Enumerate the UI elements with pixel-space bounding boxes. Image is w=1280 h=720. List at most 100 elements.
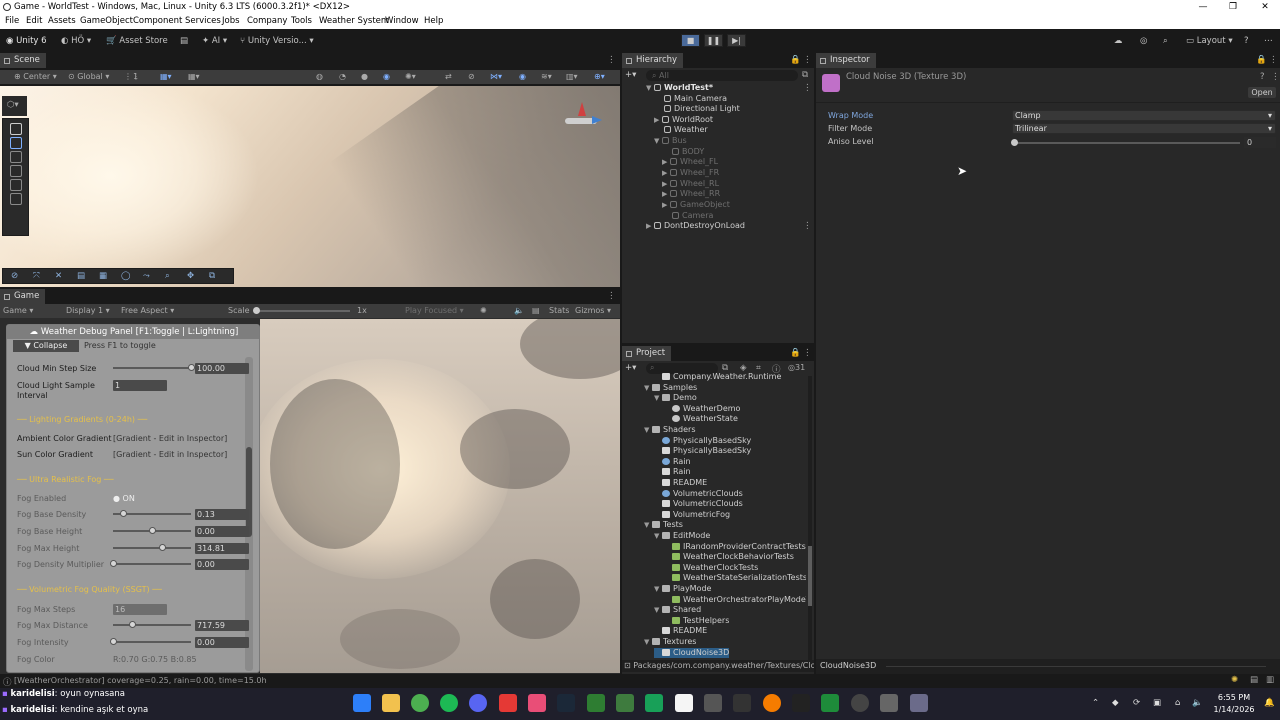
project-item[interactable]: Rain (654, 457, 691, 468)
fog-steps-value[interactable]: 16 (113, 604, 167, 615)
circle-icon[interactable]: ◯ (121, 271, 131, 281)
menu-services[interactable]: Services (185, 16, 221, 26)
project-scroll-thumb[interactable] (808, 546, 812, 606)
project-item[interactable]: PhysicallyBasedSky (654, 436, 751, 447)
scale-slider[interactable] (256, 310, 350, 312)
pivot-dropdown[interactable]: ⊕ Center ▾ (14, 72, 57, 82)
terminal-icon[interactable] (733, 694, 751, 712)
rect-select-icon[interactable]: ⧉ (209, 271, 215, 281)
expand-arrow-icon[interactable]: ▶ (654, 115, 662, 126)
steam-icon[interactable] (557, 694, 575, 712)
menu-gameobject[interactable]: GameObject (80, 16, 133, 26)
settings-icon[interactable]: ⋯ (1264, 34, 1273, 48)
pause-button[interactable]: ❚❚ (704, 34, 723, 47)
expand-arrow-icon[interactable]: ▼ (654, 531, 662, 542)
camera-settings-icon[interactable]: ≋▾ (541, 72, 552, 82)
lock-icon[interactable]: 🔒 (790, 55, 801, 65)
scene-root[interactable]: ▼ WorldTest* (646, 83, 713, 94)
menu-window[interactable]: Window (385, 16, 419, 26)
project-item[interactable]: ▼ Demo (654, 393, 697, 404)
slider-knob[interactable] (110, 560, 117, 567)
fog-max-height-slider[interactable] (113, 547, 191, 549)
project-item[interactable]: ▼ Tests (644, 520, 683, 531)
wrap-mode-dropdown[interactable]: Clamp ▾ (1012, 110, 1276, 121)
project-item[interactable]: Rain (654, 467, 691, 478)
asset-store-button[interactable]: 🛒 Asset Store (106, 34, 168, 48)
project-item[interactable]: VolumetricClouds (654, 499, 743, 510)
fog-max-height-value[interactable]: 314.81 (195, 543, 249, 554)
game-viewport[interactable] (260, 319, 620, 673)
expand-arrow-icon[interactable]: ▼ (654, 605, 662, 616)
compass-icon[interactable]: ⊘ (11, 271, 18, 281)
hierarchy-item[interactable]: ▼ Bus (654, 136, 687, 147)
transform-tool-icon[interactable] (10, 193, 22, 205)
play-button[interactable]: ■ (681, 34, 700, 47)
grid-snap-value[interactable]: 1 (133, 72, 138, 82)
stats-button[interactable]: Stats (549, 306, 569, 316)
path-icon[interactable]: ⤳ (143, 271, 150, 281)
layout-dropdown[interactable]: ▭ Layout ▾ (1186, 34, 1233, 48)
project-item[interactable]: WeatherStateSerializationTests (664, 573, 806, 584)
slider-knob[interactable] (120, 510, 128, 517)
draw-mode-icon[interactable]: ◍ (316, 72, 323, 82)
aniso-slider[interactable] (1014, 142, 1240, 144)
app-icon[interactable] (645, 694, 663, 712)
gizmos-dropdown[interactable]: Gizmos ▾ (575, 306, 611, 316)
cloud-light-value[interactable]: 1 (113, 380, 167, 391)
fx-icon[interactable]: ⋈▾ (490, 72, 502, 82)
expand-arrow-icon[interactable]: ▼ (644, 520, 652, 531)
more-icon[interactable]: ⋮ (803, 55, 812, 65)
slider-knob[interactable] (159, 544, 167, 551)
project-item[interactable]: ▼ Samples (644, 383, 697, 394)
aniso-value[interactable]: 0 (1244, 137, 1276, 148)
app-icon[interactable] (616, 694, 634, 712)
project-item[interactable]: README (654, 478, 707, 489)
notification-icon[interactable]: 🔔 (1264, 698, 1275, 708)
maximize-icon[interactable]: ❐ (1218, 0, 1248, 15)
filter-mode-dropdown[interactable]: Trilinear ▾ (1012, 123, 1276, 134)
fog-density-mult-slider[interactable] (113, 563, 191, 565)
hierarchy-item[interactable]: ▶ Wheel_FL (662, 157, 718, 168)
more-icon[interactable]: ⋮ (1269, 55, 1278, 65)
project-item[interactable]: WeatherState (664, 414, 738, 425)
debug-scroll-thumb[interactable] (246, 447, 252, 537)
project-item[interactable]: ▼ Textures (644, 637, 696, 648)
hierarchy-item[interactable]: ▶ GameObject (662, 200, 730, 211)
rect-tool-icon[interactable] (10, 179, 22, 191)
hierarchy-item[interactable]: Camera (672, 211, 713, 222)
zoom-icon[interactable]: ⌕ (165, 271, 170, 281)
pycharm-icon[interactable] (821, 694, 839, 712)
cross-icon[interactable]: ✕ (55, 271, 62, 281)
project-item[interactable]: WeatherClockTests (664, 563, 758, 574)
snap-grid-icon[interactable]: ▦▾ (160, 72, 172, 82)
gizmos-icon[interactable]: ▥▾ (566, 72, 578, 82)
project-item[interactable]: Company.Weather.Runtime (654, 372, 781, 383)
ddol-root[interactable]: ▶ DontDestroyOnLoad (646, 221, 745, 232)
project-item[interactable]: ▼ EditMode (654, 531, 710, 542)
grid-toggle-icon[interactable]: ▦▾ (188, 72, 200, 82)
lighting-icon[interactable]: ✺▾ (405, 72, 416, 82)
visibility-icon[interactable]: ◉ (519, 72, 526, 82)
user-dropdown[interactable]: ◐ HÖ ▾ (61, 34, 91, 48)
ddol-menu-icon[interactable]: ⋮ (803, 221, 812, 231)
stats-layout-icon[interactable]: ▤ (532, 306, 540, 316)
tab-hierarchy[interactable]: Hierarchy (622, 53, 684, 68)
expand-icon[interactable]: ✥ (187, 271, 194, 281)
more-icon[interactable]: ⋮ (607, 291, 616, 301)
menu-component[interactable]: Component (133, 16, 182, 26)
tab-scene[interactable]: Scene (0, 53, 46, 68)
grid-overlay-icon[interactable]: ▦ (99, 271, 107, 281)
sun-icon[interactable]: ✺ (480, 306, 487, 316)
open-button[interactable]: Open (1248, 87, 1276, 98)
fog-height-value[interactable]: 0.00 (195, 526, 249, 537)
spotify-icon[interactable] (440, 694, 458, 712)
game-mode-dropdown[interactable]: Game ▾ (3, 306, 33, 316)
expand-arrow-icon[interactable]: ▼ (654, 136, 662, 147)
hierarchy-item[interactable]: ▶ Wheel_FR (662, 168, 719, 179)
tray-app-icon[interactable]: ▣ (1153, 698, 1161, 708)
unity-hub-icon[interactable] (704, 694, 722, 712)
fog-density-mult-value[interactable]: 0.00 (195, 559, 249, 570)
console-icon[interactable]: ▤ (1250, 675, 1258, 685)
app-icon[interactable] (528, 694, 546, 712)
scene-viewport[interactable]: ⬡▾ ⊘ ⤧ ✕ ▤ ▦ ◯ ⤳ ⌕ ✥ ⧉ (0, 86, 620, 287)
